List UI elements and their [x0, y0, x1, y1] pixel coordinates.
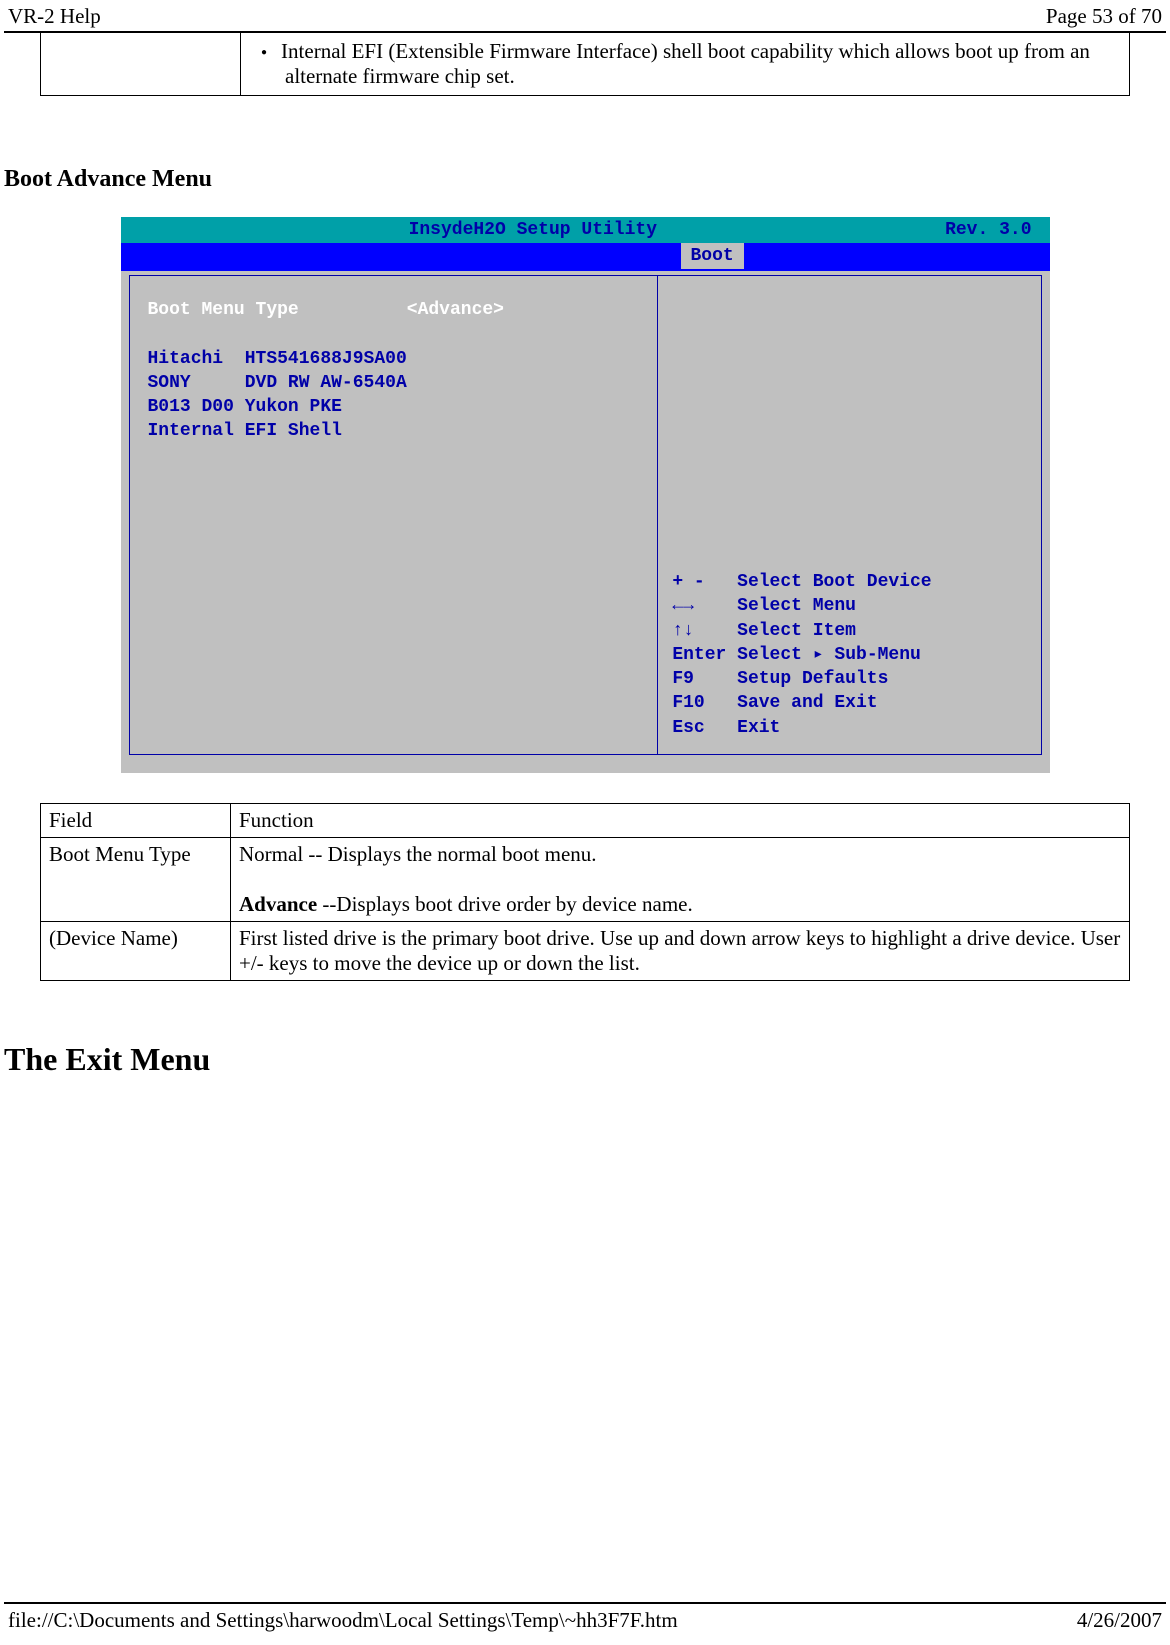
help-key: Esc [672, 718, 704, 738]
help-key: + - [672, 572, 704, 592]
previous-table-last-row: Internal EFI (Extensible Firmware Interf… [40, 33, 1130, 96]
help-desc: Select Boot Device [737, 572, 931, 592]
cell-field: (Device Name) [41, 922, 231, 981]
bios-title-text: InsydeH2O Setup Utility [121, 220, 946, 240]
help-desc: Select ▸ Sub-Menu [737, 645, 921, 665]
th-field: Field [41, 804, 231, 838]
field-function-table: Field Function Boot Menu Type Normal -- … [40, 803, 1130, 981]
boot-menu-type-row[interactable]: Boot Menu Type <Advance> [148, 298, 644, 322]
bios-titlebar: InsydeH2O Setup Utility Rev. 3.0 [121, 217, 1050, 243]
help-key: F9 [672, 669, 694, 689]
header-left: VR-2 Help [8, 4, 101, 29]
cell-function: First listed drive is the primary boot d… [231, 922, 1130, 981]
cell-function: Normal -- Displays the normal boot menu.… [231, 838, 1130, 922]
help-desc: Save and Exit [737, 693, 877, 713]
help-key: Enter [672, 645, 726, 665]
top-table-fragment: Internal EFI (Extensible Firmware Interf… [40, 33, 1130, 96]
boot-device-0[interactable]: Hitachi HTS541688J9SA00 [148, 347, 644, 371]
help-key: ←→ [672, 596, 694, 616]
prev-row-function-cell: Internal EFI (Extensible Firmware Interf… [241, 33, 1130, 96]
table-row: (Device Name) First listed drive is the … [41, 922, 1130, 981]
boot-device-2[interactable]: B013 D00 Yukon PKE [148, 395, 644, 419]
help-key: ↑↓ [672, 621, 694, 641]
exit-menu-heading: The Exit Menu [4, 1041, 1170, 1078]
help-plusminus: + - Select Boot Device [672, 570, 1026, 594]
definition-table-wrap: Field Function Boot Menu Type Normal -- … [40, 803, 1130, 981]
page-footer: file://C:\Documents and Settings\harwood… [4, 1602, 1166, 1639]
boot-device-3[interactable]: Internal EFI Shell [148, 419, 644, 443]
bios-screenshot: InsydeH2O Setup Utility Rev. 3.0 Boot Bo… [0, 217, 1170, 773]
boot-device-1[interactable]: SONY DVD RW AW-6540A [148, 371, 644, 395]
bios-tab-boot[interactable]: Boot [681, 243, 744, 269]
help-esc: Esc Exit [672, 716, 1026, 740]
bios-help-list: + - Select Boot Device ←→ Select Menu ↑↓… [672, 570, 1026, 740]
page-header: VR-2 Help Page 53 of 70 [4, 0, 1166, 33]
footer-path: file://C:\Documents and Settings\harwood… [8, 1608, 678, 1633]
help-leftright: ←→ Select Menu [672, 594, 1026, 618]
help-desc: Setup Defaults [737, 669, 888, 689]
prev-row-field-cell [41, 33, 241, 96]
help-desc: Exit [737, 718, 780, 738]
help-f10: F10 Save and Exit [672, 691, 1026, 715]
help-updown: ↑↓ Select Item [672, 619, 1026, 643]
help-key: F10 [672, 693, 704, 713]
bios-revision: Rev. 3.0 [945, 220, 1031, 240]
th-function: Function [231, 804, 1130, 838]
help-enter: Enter Select ▸ Sub-Menu [672, 643, 1026, 667]
bios-setup-utility: InsydeH2O Setup Utility Rev. 3.0 Boot Bo… [121, 217, 1050, 773]
help-desc: Select Item [737, 621, 856, 641]
boot-menu-type-value: <Advance> [407, 300, 504, 320]
table-row: Boot Menu Type Normal -- Displays the no… [41, 838, 1130, 922]
help-f9: F9 Setup Defaults [672, 667, 1026, 691]
bios-help-pane: + - Select Boot Device ←→ Select Menu ↑↓… [657, 276, 1040, 754]
efi-bullet: Internal EFI (Extensible Firmware Interf… [285, 39, 1121, 89]
blank-row [148, 322, 644, 346]
cell-field: Boot Menu Type [41, 838, 231, 922]
func-advance-bold: Advance [239, 892, 322, 916]
table-header-row: Field Function [41, 804, 1130, 838]
boot-advance-heading: Boot Advance Menu [0, 166, 1170, 193]
func-advance-rest: --Displays boot drive order by device na… [322, 892, 692, 916]
func-normal: Normal -- Displays the normal boot menu. [239, 842, 597, 866]
bios-left-pane: Boot Menu Type <Advance> Hitachi HTS5416… [130, 276, 658, 754]
bios-body: Boot Menu Type <Advance> Hitachi HTS5416… [129, 275, 1042, 755]
bios-tab-bar: Boot [121, 243, 1050, 271]
footer-date: 4/26/2007 [1077, 1608, 1162, 1633]
boot-menu-type-label: Boot Menu Type [148, 300, 299, 320]
help-desc: Select Menu [737, 596, 856, 616]
header-right: Page 53 of 70 [1046, 4, 1162, 29]
